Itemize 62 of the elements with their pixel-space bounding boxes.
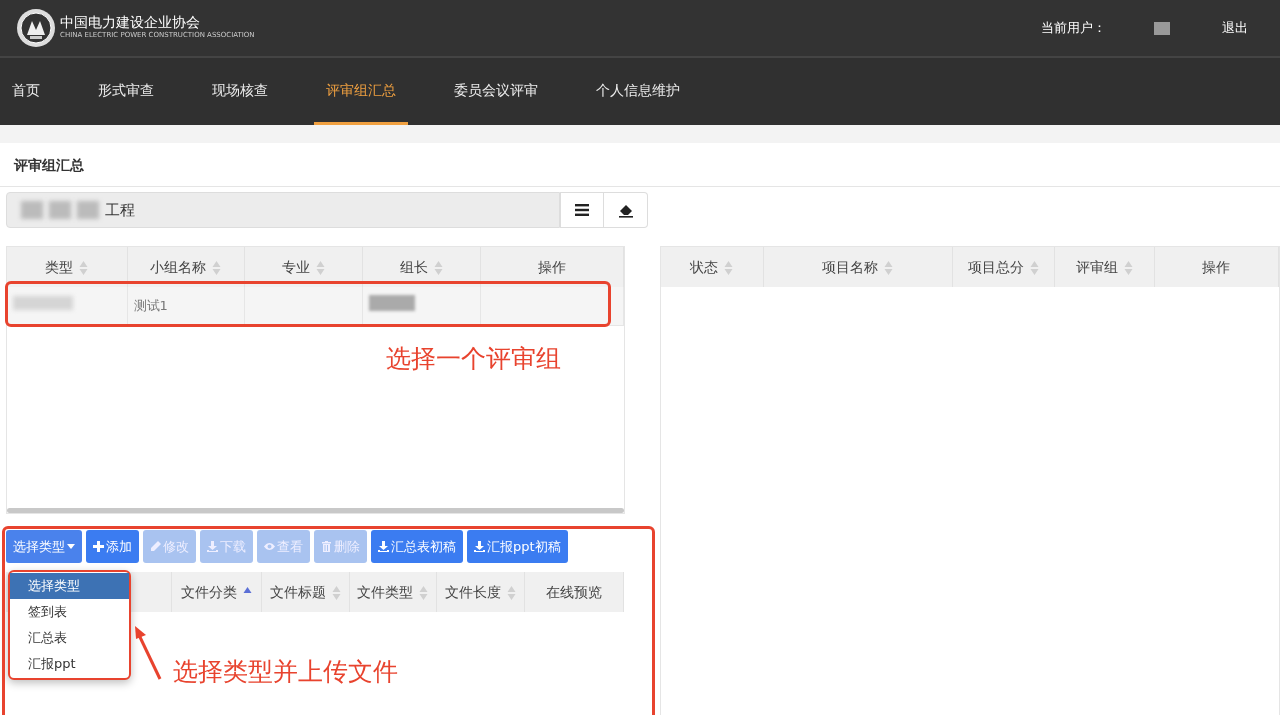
- menu-item[interactable]: 选择类型: [10, 573, 129, 599]
- sort-icon[interactable]: [79, 259, 89, 276]
- sort-icon[interactable]: [1029, 259, 1039, 276]
- column-header[interactable]: 操作: [1154, 247, 1279, 287]
- nav-tab[interactable]: 形式审查: [86, 58, 166, 125]
- logo-emblem-icon: [16, 8, 56, 48]
- nav-tab[interactable]: 现场核查: [200, 58, 280, 125]
- download-icon: [207, 541, 218, 552]
- eye-icon: [264, 541, 275, 552]
- eraser-icon: [617, 202, 634, 218]
- column-header[interactable]: 文件分类: [171, 572, 261, 612]
- sort-icon[interactable]: [212, 259, 221, 276]
- sort-icon[interactable]: [433, 259, 443, 276]
- sort-icon[interactable]: [419, 584, 428, 601]
- trash-icon: [321, 541, 332, 552]
- annotation-text: 选择一个评审组: [386, 343, 561, 375]
- page-title: 评审组汇总: [14, 157, 84, 173]
- menu-item[interactable]: 汇总表: [10, 625, 129, 651]
- user-label: 当前用户：: [1041, 19, 1106, 38]
- table-cell: 测试1: [127, 287, 244, 325]
- pencil-icon: [150, 541, 161, 552]
- sort-icon[interactable]: [315, 259, 325, 276]
- column-header[interactable]: 状态: [661, 247, 763, 287]
- toolbar-button[interactable]: 汇报ppt初稿: [467, 530, 568, 563]
- column-header[interactable]: 文件标题: [261, 572, 349, 612]
- horizontal-scrollbar[interactable]: [7, 508, 624, 513]
- plus-icon: [93, 541, 104, 552]
- sort-icon[interactable]: [724, 259, 734, 276]
- project-field[interactable]: 工程: [6, 192, 560, 228]
- dropdown-button[interactable]: 选择类型: [6, 530, 82, 563]
- column-header[interactable]: 类型: [7, 247, 127, 287]
- download-icon: [474, 541, 485, 552]
- sort-icon[interactable]: [1123, 259, 1133, 276]
- column-header[interactable]: 文件类型: [349, 572, 436, 612]
- sort-icon[interactable]: [884, 259, 893, 276]
- toolbar-button[interactable]: 汇总表初稿: [371, 530, 463, 563]
- logout-link[interactable]: 退出: [1222, 18, 1248, 38]
- column-header[interactable]: 评审组: [1054, 247, 1154, 287]
- menu-button[interactable]: [560, 192, 604, 228]
- download-icon: [378, 541, 389, 552]
- menu-icon: [575, 204, 589, 216]
- nav-tab[interactable]: 个人信息维护: [584, 58, 692, 125]
- redaction-mark: [13, 296, 73, 310]
- column-header[interactable]: 项目名称: [763, 247, 952, 287]
- annotation-arrow: [133, 625, 163, 681]
- nav-tab[interactable]: 首页: [0, 58, 52, 125]
- toolbar-button[interactable]: 添加: [86, 530, 139, 563]
- nav-tab[interactable]: 委员会议评审: [442, 58, 550, 125]
- menu-item[interactable]: 签到表: [10, 599, 129, 625]
- caret-icon: [67, 544, 75, 549]
- redaction-mark: [1154, 21, 1170, 35]
- column-header[interactable]: 操作: [480, 247, 624, 287]
- logo-name: 中国电力建设企业协会: [60, 15, 201, 31]
- column-header[interactable]: 在线预览: [524, 572, 624, 612]
- sort-icon[interactable]: [331, 584, 341, 601]
- annotation-text: 选择类型并上传文件: [173, 656, 398, 688]
- redaction-mark: [368, 295, 415, 311]
- column-header[interactable]: 项目总分: [952, 247, 1054, 287]
- sort-icon[interactable]: [506, 584, 516, 601]
- menu-item[interactable]: 汇报ppt: [10, 651, 129, 677]
- clear-button[interactable]: [604, 192, 648, 228]
- column-header[interactable]: 文件长度: [436, 572, 524, 612]
